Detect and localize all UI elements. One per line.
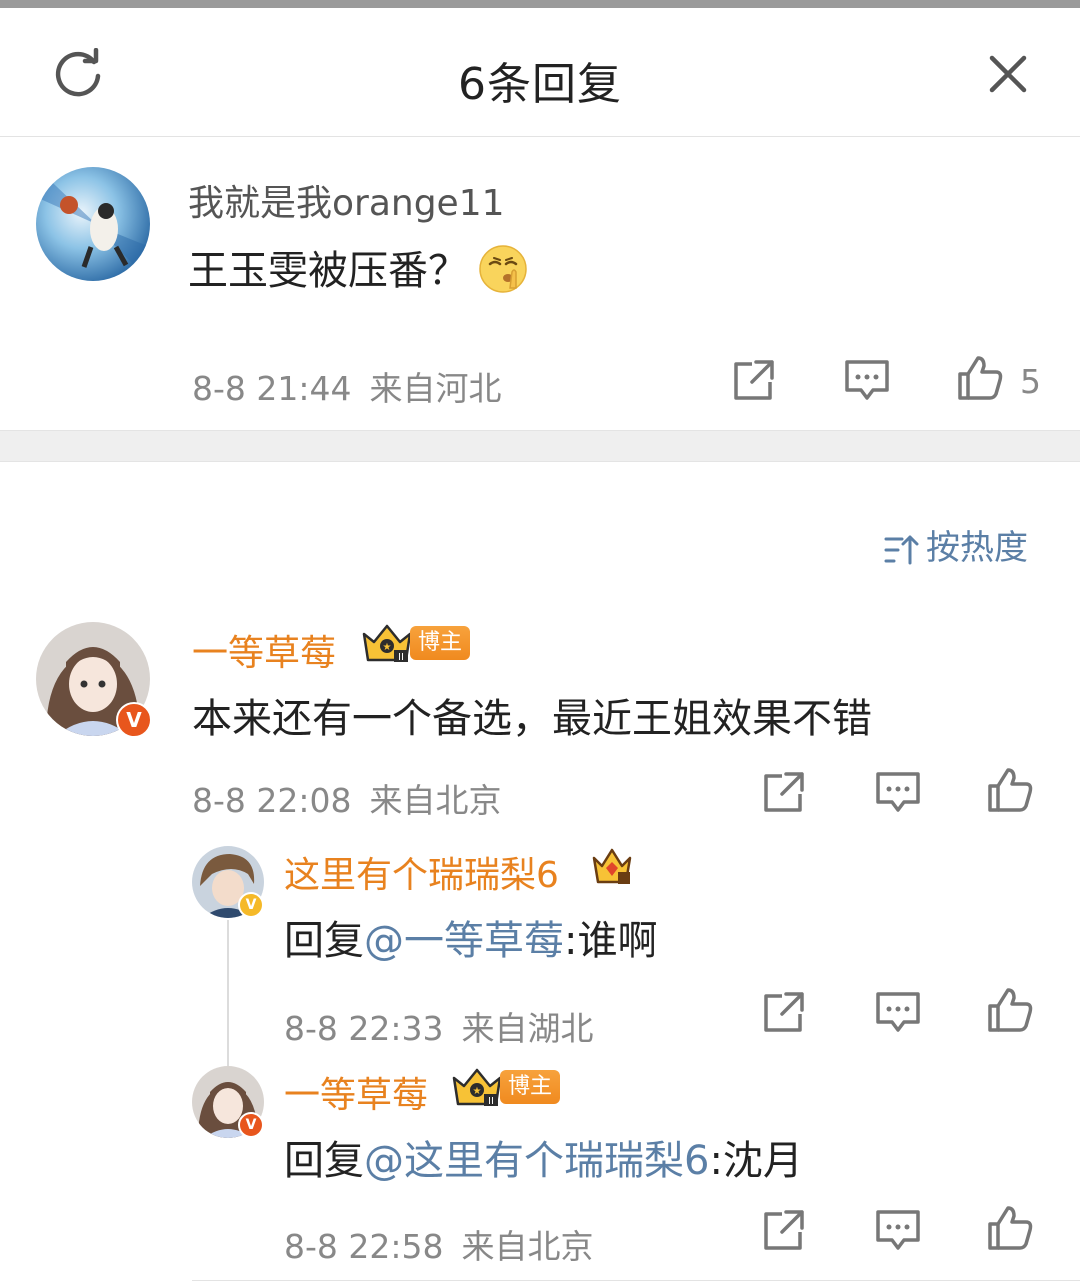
comment-time: 8-8 21:44 — [192, 369, 352, 408]
reply-text-body: :谁啊 — [564, 918, 658, 964]
comment-location: 来自河北 — [369, 369, 502, 408]
reply-time: 8-8 22:33 — [284, 1009, 444, 1048]
avatar[interactable] — [36, 167, 150, 281]
svg-text:II: II — [488, 1096, 494, 1107]
reply-username[interactable]: 这里有个瑞瑞梨6 — [284, 846, 559, 898]
reply-location: 来自北京 — [369, 781, 502, 820]
verified-badge-icon: V — [116, 702, 152, 738]
comment-icon[interactable] — [874, 768, 922, 816]
reply-prefix: 回复 — [284, 918, 364, 964]
like-icon[interactable] — [986, 1204, 1034, 1252]
reply-meta: 8-8 22:58 来自北京 — [284, 1220, 594, 1268]
reply-username[interactable]: 一等草莓 — [284, 1066, 428, 1118]
reply-text: 回复@这里有个瑞瑞梨6:沈月 — [284, 1128, 803, 1186]
reply-username[interactable]: 一等草莓 — [192, 624, 336, 676]
comment-username[interactable]: 我就是我orange11 — [188, 174, 505, 226]
svg-text:★: ★ — [383, 642, 392, 653]
crown-level-icon — [592, 848, 632, 884]
reply-location: 来自北京 — [461, 1227, 594, 1266]
reply-meta: 8-8 22:08 来自北京 — [192, 774, 502, 822]
blogger-badge: 博主 — [500, 1070, 561, 1104]
share-icon[interactable] — [760, 988, 808, 1036]
reply-text: 本来还有一个备选，最近王姐效果不错 — [192, 696, 872, 742]
reply-time: 8-8 22:08 — [192, 781, 352, 820]
reply-sheet-header: 6条回复 — [0, 8, 1080, 137]
share-icon[interactable] — [730, 356, 778, 404]
share-icon[interactable] — [760, 768, 808, 816]
reply-meta: 8-8 22:33 来自湖北 — [284, 1002, 594, 1050]
verified-badge-icon: V — [238, 892, 264, 918]
reply-location: 来自湖北 — [461, 1009, 594, 1048]
top-strip — [0, 0, 1080, 8]
verified-badge-icon: V — [238, 1112, 264, 1138]
comment-text: 王玉雯被压番？ — [188, 238, 528, 296]
section-divider — [0, 430, 1080, 462]
crown-level-icon: ★ II — [362, 624, 412, 663]
close-icon[interactable] — [984, 50, 1032, 98]
crown-level-icon: ★ II — [452, 1068, 502, 1107]
comment-meta: 8-8 21:44 来自河北 — [192, 362, 502, 410]
sort-button[interactable]: 按热度 — [884, 520, 1028, 569]
comment-icon[interactable] — [874, 988, 922, 1036]
mention-link[interactable]: @一等草莓 — [364, 918, 564, 964]
svg-text:★: ★ — [473, 1086, 482, 1097]
sort-label: 按热度 — [926, 528, 1028, 568]
share-icon[interactable] — [760, 1206, 808, 1254]
mention-link[interactable]: @这里有个瑞瑞梨6 — [364, 1138, 709, 1184]
comment-text-body: 王玉雯被压番？ — [188, 248, 468, 294]
comment-icon[interactable] — [874, 1206, 922, 1254]
bottom-divider — [192, 1280, 1080, 1281]
reply-text-body: :沈月 — [709, 1138, 803, 1184]
blogger-badge: 博主 — [410, 626, 471, 660]
thread-line — [227, 920, 229, 1068]
like-count: 5 — [1020, 362, 1041, 401]
reply-prefix: 回复 — [284, 1138, 364, 1184]
comment-icon[interactable] — [843, 356, 891, 404]
reply-time: 8-8 22:58 — [284, 1227, 444, 1266]
like-icon[interactable] — [956, 354, 1004, 402]
like-icon[interactable] — [986, 986, 1034, 1034]
shush-emoji-icon — [479, 245, 527, 293]
page-title: 6条回复 — [458, 59, 622, 110]
svg-text:II: II — [398, 652, 404, 663]
like-icon[interactable] — [986, 766, 1034, 814]
reply-text: 回复@一等草莓:谁啊 — [284, 908, 657, 966]
sort-icon — [884, 535, 919, 564]
